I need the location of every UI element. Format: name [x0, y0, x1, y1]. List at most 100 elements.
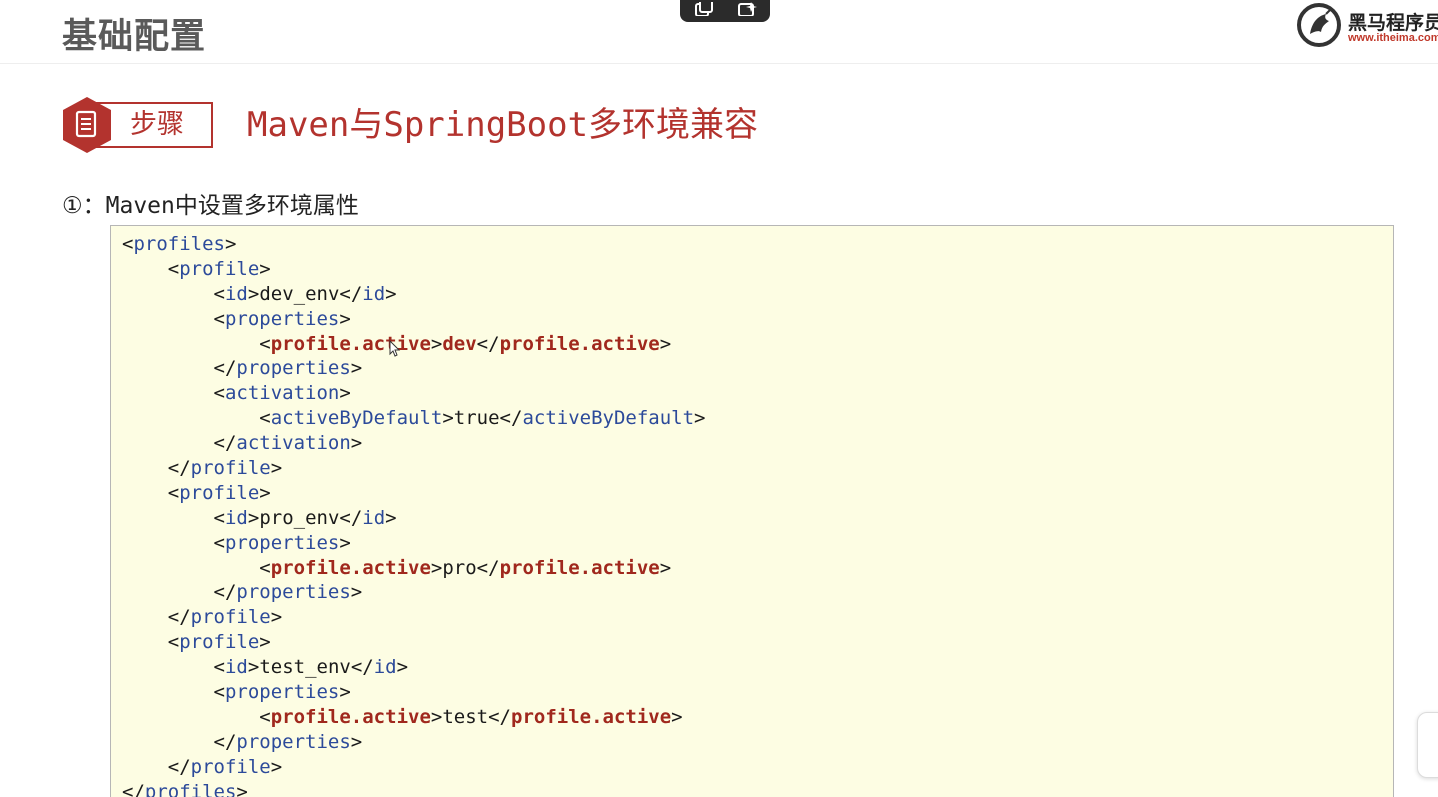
- code-token: >: [270, 755, 283, 778]
- code-token: profile: [179, 481, 260, 504]
- code-token: properties: [236, 357, 351, 380]
- code-token: >: [339, 531, 351, 554]
- code-token: true: [453, 407, 500, 430]
- step-badge: 步骤: [62, 96, 214, 154]
- code-token: >: [247, 282, 260, 305]
- code-line: </profile>: [111, 605, 1393, 630]
- code-token: profile.active: [270, 705, 431, 728]
- step-heading: Maven与SpringBoot多环境兼容: [247, 105, 759, 145]
- code-token: </: [213, 581, 237, 604]
- mouse-cursor-icon: [389, 340, 401, 357]
- code-line: <activeByDefault>true</activeByDefault>: [111, 406, 1393, 431]
- code-token: <: [259, 705, 271, 728]
- code-token: </: [350, 656, 374, 679]
- code-token: profile.active: [270, 556, 431, 579]
- code-token: </: [213, 730, 237, 753]
- code-line: <profile>: [111, 481, 1393, 506]
- code-token: activeByDefault: [270, 407, 443, 430]
- code-token: <: [122, 233, 134, 255]
- code-line: <profile.active>pro</profile.active>: [111, 556, 1393, 581]
- code-token: <: [259, 556, 271, 579]
- code-line: <profile.active>dev</profile.active>: [111, 332, 1393, 357]
- code-line: <profile>: [111, 257, 1393, 282]
- code-token: >: [350, 357, 363, 380]
- code-block: <profiles> <profile> <id>dev_env</id> <p…: [110, 225, 1394, 797]
- code-token: <: [167, 257, 180, 280]
- code-line: <id>pro_env</id>: [111, 506, 1393, 531]
- code-token: id: [373, 656, 397, 679]
- code-token: pro_env: [259, 506, 340, 529]
- code-token: >: [430, 332, 443, 355]
- code-token: </: [167, 606, 191, 629]
- code-token: id: [224, 506, 248, 529]
- code-line: </profile>: [111, 755, 1393, 780]
- magic-edit-icon[interactable]: [737, 2, 759, 16]
- side-scroll-handle[interactable]: [1417, 712, 1438, 778]
- code-token: >: [430, 556, 443, 579]
- code-token: </: [339, 282, 363, 305]
- code-token: >: [385, 506, 397, 529]
- code-token: >: [659, 556, 672, 579]
- code-token: properties: [224, 681, 340, 704]
- code-line: <id>test_env</id>: [111, 655, 1393, 680]
- code-token: dev_env: [259, 282, 340, 305]
- code-token: test_env: [259, 656, 351, 679]
- code-token: </: [213, 357, 237, 380]
- code-token: profile: [179, 257, 260, 280]
- code-token: >: [259, 257, 271, 280]
- brand-logo: 黑马程序员 www.itheima.com: [1296, 2, 1438, 48]
- code-token: >: [247, 506, 260, 529]
- code-token: >: [396, 656, 409, 679]
- code-line: </properties>: [111, 580, 1393, 605]
- code-token: >: [350, 730, 363, 753]
- code-token: >: [339, 307, 351, 330]
- code-token: </: [339, 506, 363, 529]
- code-token: <: [167, 631, 180, 654]
- code-token: </: [122, 780, 145, 797]
- code-line: </properties>: [111, 356, 1393, 381]
- copy-icon[interactable]: [692, 2, 714, 16]
- code-token: >: [385, 282, 397, 305]
- code-token: dev: [442, 332, 477, 355]
- code-token: profile.active: [511, 705, 672, 728]
- code-token: <: [213, 681, 225, 704]
- code-token: >: [442, 407, 454, 430]
- code-line: <id>dev_env</id>: [111, 282, 1393, 307]
- code-token: </: [499, 407, 523, 430]
- code-token: >: [430, 705, 443, 728]
- code-token: </: [167, 457, 191, 480]
- code-token: activation: [236, 432, 351, 455]
- code-line: <properties>: [111, 680, 1393, 705]
- code-token: </: [476, 332, 500, 355]
- step-badge-label: 步骤: [130, 109, 184, 140]
- code-token: profile: [190, 457, 271, 480]
- code-token: <: [213, 307, 225, 330]
- section-subheading: ①：Maven中设置多环境属性: [62, 193, 359, 219]
- code-token: >: [259, 631, 271, 654]
- code-line: <properties>: [111, 307, 1393, 332]
- code-token: >: [259, 481, 271, 504]
- code-line: <profiles>: [111, 232, 1393, 257]
- code-token: >: [270, 606, 283, 629]
- code-token: <: [213, 531, 225, 554]
- code-token: id: [224, 656, 248, 679]
- code-token: properties: [236, 730, 351, 753]
- code-token: id: [362, 282, 386, 305]
- code-token: <: [167, 481, 180, 504]
- code-token: properties: [224, 531, 340, 554]
- code-token: </: [476, 556, 500, 579]
- code-token: <: [213, 506, 225, 529]
- code-token: >: [694, 407, 706, 430]
- code-token: <: [259, 332, 271, 355]
- code-token: profiles: [144, 780, 237, 797]
- code-token: id: [362, 506, 386, 529]
- code-token: profile: [179, 631, 260, 654]
- code-token: id: [224, 282, 248, 305]
- code-token: <: [213, 656, 225, 679]
- code-line: </profile>: [111, 456, 1393, 481]
- code-token: >: [236, 780, 248, 797]
- code-line: <properties>: [111, 531, 1393, 556]
- code-token: >: [339, 382, 351, 405]
- code-line: </profiles>: [111, 780, 1393, 797]
- code-token: <: [213, 282, 225, 305]
